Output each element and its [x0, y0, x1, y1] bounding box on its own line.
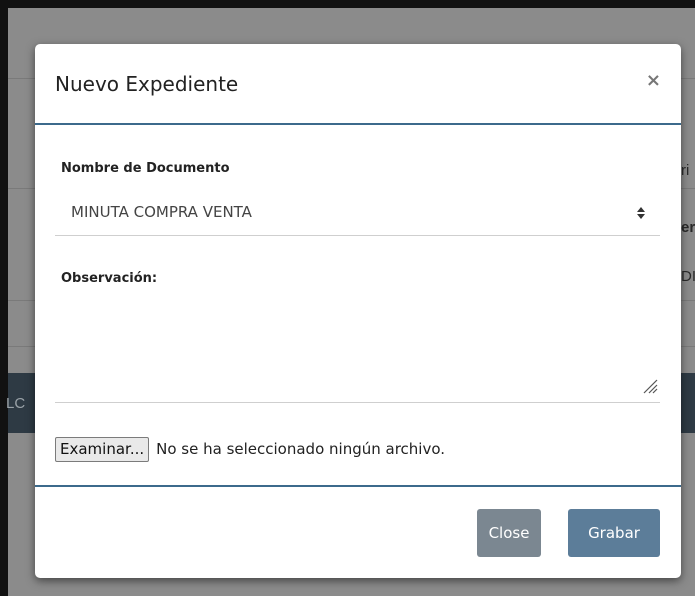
background-text: ri [681, 162, 690, 179]
file-upload-row: Examinar... No se ha seleccionado ningún… [55, 436, 445, 462]
background-text: LC [6, 395, 26, 412]
observation-label: Observación: [61, 271, 158, 286]
document-name-label: Nombre de Documento [61, 161, 230, 176]
new-expediente-dialog: Nuevo Expediente × Nombre de Documento M… [35, 44, 681, 578]
document-name-select[interactable]: MINUTA COMPRA VENTA [55, 194, 660, 236]
sort-icon [637, 207, 645, 219]
modal-footer: Close Grabar [35, 485, 681, 578]
background-text: era [681, 219, 695, 236]
save-button[interactable]: Grabar [568, 509, 660, 557]
file-status-text: No se ha seleccionado ningún archivo. [156, 440, 446, 458]
resize-grip-icon[interactable] [641, 377, 659, 395]
observation-textarea[interactable] [55, 296, 660, 403]
close-button[interactable]: Close [477, 509, 541, 557]
modal-title: Nuevo Expediente [55, 72, 239, 96]
browse-file-button[interactable]: Examinar... [55, 436, 150, 462]
modal-header: Nuevo Expediente × [35, 44, 681, 125]
background-text: DI [681, 268, 695, 285]
document-name-selected-value: MINUTA COMPRA VENTA [71, 203, 252, 221]
close-icon[interactable]: × [646, 70, 661, 91]
